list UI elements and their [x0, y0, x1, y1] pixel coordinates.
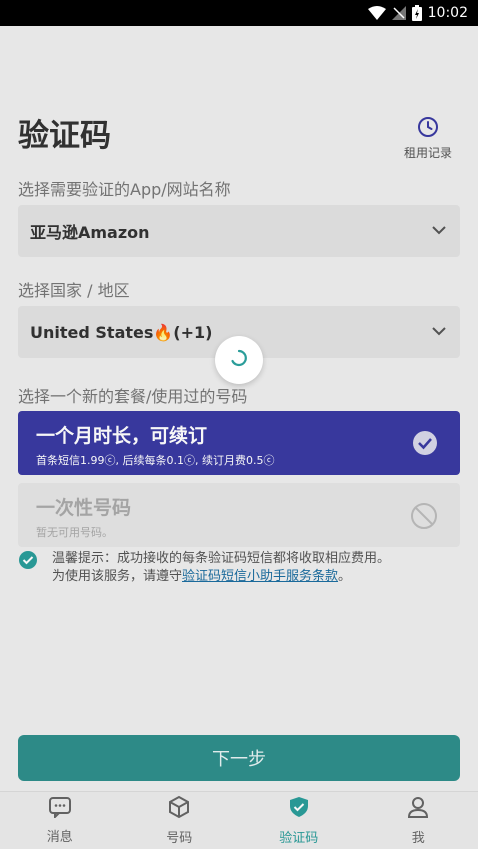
wifi-icon — [367, 6, 386, 20]
loading-spinner — [215, 336, 263, 384]
status-time: 10:02 — [427, 5, 468, 21]
loading-overlay — [0, 26, 478, 849]
spinner-icon — [229, 348, 249, 372]
app-screen: 验证码 租用记录 选择需要验证的App/网站名称 亚马逊Amazon 选择国家 … — [0, 26, 478, 849]
battery-charging-icon — [411, 5, 422, 21]
status-bar: 10:02 — [0, 0, 478, 26]
signal-off-icon — [391, 6, 406, 20]
